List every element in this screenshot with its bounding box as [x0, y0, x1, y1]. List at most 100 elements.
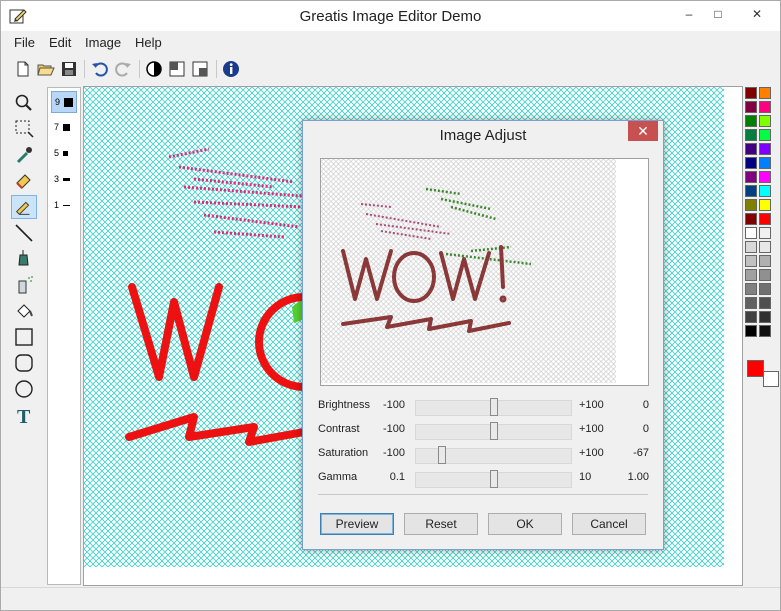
palette-swatch[interactable]	[745, 227, 757, 239]
palette-swatch[interactable]	[745, 213, 757, 225]
text-tool-icon[interactable]: T	[11, 403, 37, 427]
palette-swatch[interactable]	[759, 129, 771, 141]
palette-swatch[interactable]	[745, 297, 757, 309]
palette-swatch[interactable]	[745, 101, 757, 113]
brush-size-9[interactable]: 9	[51, 91, 77, 113]
brush-size-3[interactable]: 3	[51, 169, 77, 191]
palette-swatch[interactable]	[745, 87, 757, 99]
cancel-button[interactable]: Cancel	[572, 513, 646, 535]
dialog-close-button[interactable]: ✕	[628, 121, 658, 141]
menu-help[interactable]: Help	[135, 35, 162, 50]
palette-swatch[interactable]	[759, 157, 771, 169]
palette-swatch[interactable]	[745, 255, 757, 267]
gamma-max: 10	[579, 471, 592, 483]
saturation-slider[interactable]	[415, 446, 572, 464]
palette-swatch[interactable]	[759, 101, 771, 113]
palette-swatch[interactable]	[745, 269, 757, 281]
saturation-max: +100	[579, 447, 604, 459]
redo-icon[interactable]	[113, 59, 133, 79]
ellipse-tool-icon[interactable]	[11, 377, 37, 401]
palette-swatch[interactable]	[759, 87, 771, 99]
palette-swatch[interactable]	[759, 171, 771, 183]
info-icon[interactable]	[221, 59, 241, 79]
brush-size-1[interactable]: 1	[51, 195, 77, 217]
palette-swatch[interactable]	[745, 129, 757, 141]
palette-swatch[interactable]	[759, 185, 771, 197]
palette-swatch[interactable]	[745, 325, 757, 337]
close-button[interactable]: ✕	[734, 1, 780, 27]
palette-swatch[interactable]	[759, 115, 771, 127]
undo-icon[interactable]	[90, 59, 110, 79]
palette-swatch[interactable]	[759, 325, 771, 337]
resize-image-icon[interactable]	[167, 59, 187, 79]
secondary-color-swatch[interactable]	[763, 371, 779, 387]
palette-swatch[interactable]	[745, 311, 757, 323]
palette-swatch[interactable]	[759, 297, 771, 309]
line-tool-icon[interactable]	[11, 221, 37, 245]
palette-swatch[interactable]	[745, 143, 757, 155]
brush-size-swatch	[63, 151, 68, 156]
palette-swatch[interactable]	[759, 213, 771, 225]
palette-swatch[interactable]	[745, 115, 757, 127]
brush-size-label: 7	[54, 122, 60, 132]
slider-thumb[interactable]	[489, 470, 498, 488]
selection-tool-icon[interactable]	[11, 117, 37, 141]
toolbar-separator	[216, 60, 217, 78]
eraser-tool-icon[interactable]	[11, 169, 37, 193]
toolbar	[1, 56, 780, 82]
palette-swatch[interactable]	[759, 241, 771, 253]
palette-swatch[interactable]	[745, 171, 757, 183]
saturation-value: -67	[633, 447, 649, 459]
palette-swatch[interactable]	[759, 255, 771, 267]
spray-tool-icon[interactable]	[11, 273, 37, 297]
open-folder-icon[interactable]	[36, 59, 56, 79]
palette-swatch[interactable]	[759, 227, 771, 239]
gamma-min: 0.1	[389, 471, 405, 483]
menu-edit[interactable]: Edit	[49, 35, 71, 50]
contrast-slider[interactable]	[415, 422, 572, 440]
pencil-tool-icon[interactable]	[11, 195, 37, 219]
palette-swatch[interactable]	[759, 311, 771, 323]
menu-image[interactable]: Image	[85, 35, 121, 50]
palette-swatch[interactable]	[745, 283, 757, 295]
palette-swatch[interactable]	[745, 157, 757, 169]
brightness-max: +100	[579, 399, 604, 411]
new-file-icon[interactable]	[13, 59, 33, 79]
brush-size-label: 1	[54, 200, 60, 210]
gamma-slider[interactable]	[415, 470, 572, 488]
saturation-min: -100	[382, 447, 405, 459]
brush-size-swatch	[63, 124, 70, 131]
maximize-button[interactable]: □	[698, 1, 738, 27]
ok-button[interactable]: OK	[488, 513, 562, 535]
flood-fill-icon[interactable]	[11, 299, 37, 323]
contrast-icon[interactable]	[144, 59, 164, 79]
slider-thumb[interactable]	[437, 446, 446, 464]
brush-size-5[interactable]: 5	[51, 143, 77, 165]
rounded-rectangle-tool-icon[interactable]	[11, 351, 37, 375]
slider-thumb[interactable]	[489, 422, 498, 440]
brightness-slider[interactable]	[415, 398, 572, 416]
palette-swatch[interactable]	[745, 199, 757, 211]
fill-tool-icon[interactable]	[11, 247, 37, 271]
menu-file[interactable]: File	[14, 35, 35, 50]
palette-swatch[interactable]	[759, 199, 771, 211]
primary-color-swatch[interactable]	[747, 360, 764, 377]
palette-swatch[interactable]	[759, 143, 771, 155]
eyedropper-tool-icon[interactable]	[11, 143, 37, 167]
slider-thumb[interactable]	[489, 398, 498, 416]
dialog-separator	[318, 494, 648, 495]
brush-size-7[interactable]: 7	[51, 117, 77, 139]
brush-size-swatch	[63, 178, 70, 181]
save-icon[interactable]	[59, 59, 79, 79]
palette-swatch[interactable]	[759, 269, 771, 281]
preview-button[interactable]: Preview	[320, 513, 394, 535]
zoom-tool-icon[interactable]	[11, 91, 37, 115]
crop-image-icon[interactable]	[190, 59, 210, 79]
image-preview	[320, 158, 649, 386]
palette-swatch[interactable]	[759, 283, 771, 295]
palette-swatch[interactable]	[745, 241, 757, 253]
rectangle-tool-icon[interactable]	[11, 325, 37, 349]
reset-button[interactable]: Reset	[404, 513, 478, 535]
palette-swatch[interactable]	[745, 185, 757, 197]
menu-bar: File Edit Image Help	[1, 32, 780, 52]
